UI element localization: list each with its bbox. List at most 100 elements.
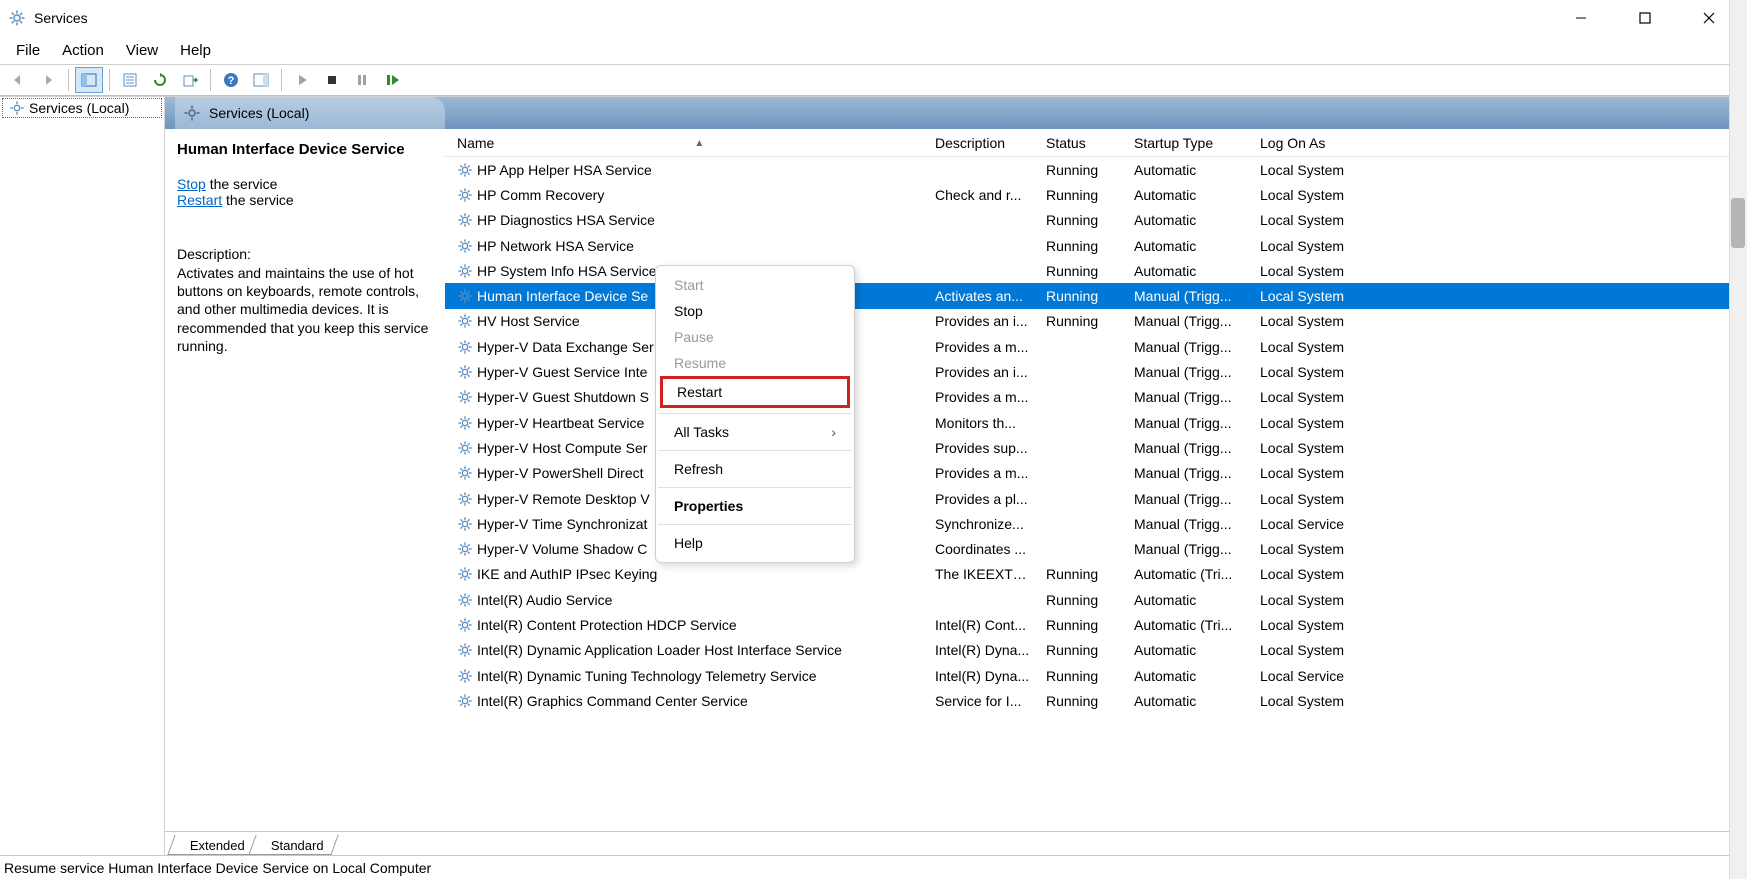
service-row[interactable]: HV Host ServiceProvides an i...RunningMa… xyxy=(445,309,1747,334)
service-status: Running xyxy=(1038,288,1126,304)
context-help[interactable]: Help xyxy=(656,530,854,556)
service-status: Running xyxy=(1038,212,1126,228)
pause-service-button[interactable] xyxy=(348,67,376,93)
tab-extended-label: Extended xyxy=(190,838,245,853)
gear-icon xyxy=(457,592,473,608)
service-row[interactable]: Intel(R) Content Protection HDCP Service… xyxy=(445,612,1747,637)
context-refresh[interactable]: Refresh xyxy=(656,456,854,482)
service-row[interactable]: HP Network HSA ServiceRunningAutomaticLo… xyxy=(445,233,1747,258)
context-start: Start xyxy=(656,272,854,298)
gear-icon xyxy=(457,642,473,658)
services-app-icon xyxy=(8,9,26,27)
service-name: Human Interface Device Se xyxy=(477,288,648,304)
help-button[interactable]: ? xyxy=(217,67,245,93)
tree-root-item[interactable]: Services (Local) xyxy=(2,98,162,118)
titlebar: Services xyxy=(0,0,1747,36)
context-separator xyxy=(658,450,852,451)
service-startup: Manual (Trigg... xyxy=(1126,339,1252,355)
menu-action[interactable]: Action xyxy=(52,40,114,61)
service-logon: Local System xyxy=(1252,212,1392,228)
service-row[interactable]: HP Comm RecoveryCheck and r...RunningAut… xyxy=(445,182,1747,207)
export-button[interactable] xyxy=(176,67,204,93)
service-row[interactable]: Intel(R) Graphics Command Center Service… xyxy=(445,688,1747,713)
gear-icon xyxy=(457,288,473,304)
restart-service-button[interactable] xyxy=(378,67,406,93)
service-status: Running xyxy=(1038,313,1126,329)
service-row[interactable]: Human Interface Device SeActivates an...… xyxy=(445,283,1747,308)
service-row[interactable]: Intel(R) Dynamic Tuning Technology Telem… xyxy=(445,663,1747,688)
service-startup: Manual (Trigg... xyxy=(1126,541,1252,557)
stop-service-link[interactable]: Stop xyxy=(177,176,206,192)
service-row[interactable]: IKE and AuthIP IPsec KeyingThe IKEEXT s.… xyxy=(445,562,1747,587)
service-status: Running xyxy=(1038,263,1126,279)
context-stop[interactable]: Stop xyxy=(656,298,854,324)
service-name: Hyper-V Host Compute Ser xyxy=(477,440,647,456)
restart-service-link[interactable]: Restart xyxy=(177,192,222,208)
service-logon: Local System xyxy=(1252,566,1392,582)
service-row[interactable]: HP System Info HSA ServiceRunningAutomat… xyxy=(445,258,1747,283)
service-name: HP App Helper HSA Service xyxy=(477,162,652,178)
service-logon: Local System xyxy=(1252,162,1392,178)
service-row[interactable]: HP Diagnostics HSA ServiceRunningAutomat… xyxy=(445,208,1747,233)
service-description: Intel(R) Cont... xyxy=(927,617,1038,633)
context-restart[interactable]: Restart xyxy=(663,379,847,405)
service-row[interactable]: Hyper-V Data Exchange SerProvides a m...… xyxy=(445,334,1747,359)
service-description: Provides sup... xyxy=(927,440,1038,456)
back-button[interactable] xyxy=(4,67,32,93)
stop-suffix: the service xyxy=(206,176,278,192)
tree-root-label: Services (Local) xyxy=(29,100,129,116)
column-description[interactable]: Description xyxy=(927,135,1038,151)
service-row[interactable]: Hyper-V Host Compute SerProvides sup...M… xyxy=(445,435,1747,460)
properties-button[interactable] xyxy=(116,67,144,93)
context-all-tasks[interactable]: All Tasks xyxy=(656,419,854,445)
service-row[interactable]: Hyper-V Heartbeat ServiceMonitors th...M… xyxy=(445,410,1747,435)
context-properties[interactable]: Properties xyxy=(656,493,854,519)
statusbar: Resume service Human Interface Device Se… xyxy=(0,855,1747,879)
service-logon: Local System xyxy=(1252,187,1392,203)
tab-extended[interactable]: Extended xyxy=(167,835,259,855)
service-name: Hyper-V PowerShell Direct xyxy=(477,465,644,481)
vertical-scrollbar[interactable] xyxy=(1729,0,1747,879)
service-row[interactable]: Intel(R) Dynamic Application Loader Host… xyxy=(445,638,1747,663)
scrollbar-thumb[interactable] xyxy=(1731,198,1745,248)
column-status[interactable]: Status xyxy=(1038,135,1126,151)
service-row[interactable]: HP App Helper HSA ServiceRunningAutomati… xyxy=(445,157,1747,182)
show-hide-action-pane-button[interactable] xyxy=(247,67,275,93)
start-service-button[interactable] xyxy=(288,67,316,93)
menu-view[interactable]: View xyxy=(116,40,168,61)
service-name: IKE and AuthIP IPsec Keying xyxy=(477,566,657,582)
service-row[interactable]: Hyper-V Guest Service InteProvides an i.… xyxy=(445,359,1747,384)
maximize-button[interactable] xyxy=(1627,4,1663,32)
service-name: HP System Info HSA Service xyxy=(477,263,656,279)
show-hide-tree-button[interactable] xyxy=(75,67,103,93)
list-body[interactable]: HP App Helper HSA Service Running Automati… xyxy=(445,157,1747,831)
context-separator xyxy=(658,487,852,488)
minimize-button[interactable] xyxy=(1563,4,1599,32)
tab-standard[interactable]: Standard xyxy=(248,835,338,855)
service-row[interactable]: Hyper-V PowerShell DirectProvides a m...… xyxy=(445,461,1747,486)
gear-icon xyxy=(457,187,473,203)
service-description: Provides a pl... xyxy=(927,491,1038,507)
service-startup: Automatic xyxy=(1126,668,1252,684)
menu-help[interactable]: Help xyxy=(170,40,221,61)
service-row[interactable]: Hyper-V Volume Shadow CCoordinates ...Ma… xyxy=(445,536,1747,561)
gear-icon xyxy=(457,389,473,405)
menu-file[interactable]: File xyxy=(6,40,50,61)
service-row[interactable]: Intel(R) Audio ServiceRunningAutomaticLo… xyxy=(445,587,1747,612)
service-name: Hyper-V Volume Shadow C xyxy=(477,541,647,557)
gear-icon xyxy=(457,516,473,532)
service-row[interactable]: Hyper-V Guest Shutdown SProvides a m...M… xyxy=(445,385,1747,410)
close-button[interactable] xyxy=(1691,4,1727,32)
service-row[interactable]: Hyper-V Time SynchronizatSynchronize...M… xyxy=(445,511,1747,536)
refresh-button[interactable] xyxy=(146,67,174,93)
service-logon: Local Service xyxy=(1252,516,1392,532)
service-row[interactable]: Hyper-V Remote Desktop VProvides a pl...… xyxy=(445,486,1747,511)
service-logon: Local System xyxy=(1252,491,1392,507)
stop-service-button[interactable] xyxy=(318,67,346,93)
gear-icon xyxy=(457,364,473,380)
column-name[interactable]: Name▲ xyxy=(449,135,927,151)
column-startup[interactable]: Startup Type xyxy=(1126,135,1252,151)
service-startup: Automatic (Tri... xyxy=(1126,566,1252,582)
forward-button[interactable] xyxy=(34,67,62,93)
column-logon[interactable]: Log On As xyxy=(1252,135,1392,151)
